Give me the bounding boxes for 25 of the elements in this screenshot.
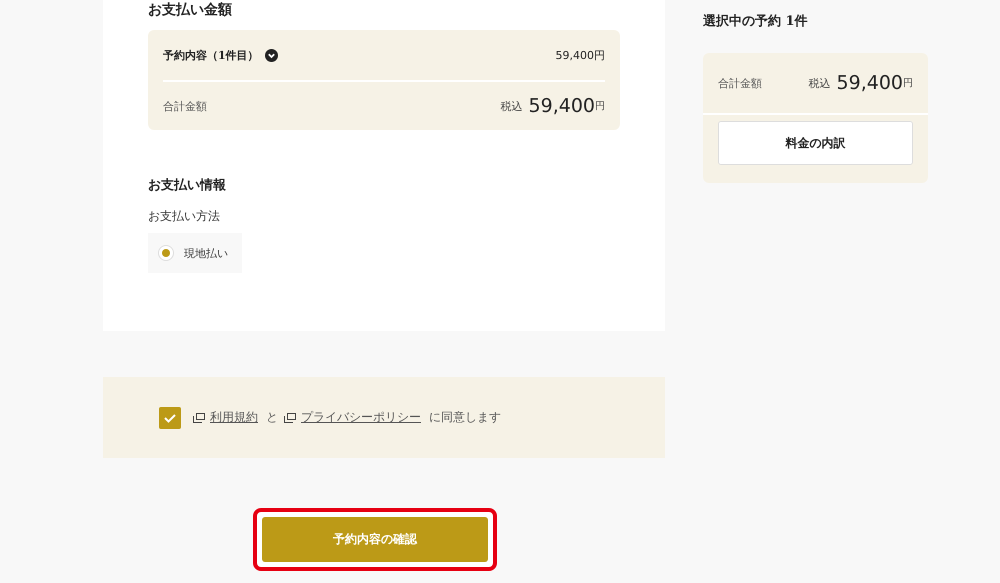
link[interactable]: プライバシーポリシー — [301, 409, 421, 426]
section-heading: お支払い金額 — [148, 1, 233, 20]
section-heading: お支払い情報 — [148, 177, 227, 194]
radio-option[interactable]: 現地払い — [148, 233, 242, 273]
total-amount: 59,400 — [836, 72, 903, 94]
link[interactable]: 利用規約 — [210, 409, 258, 426]
windows-icon — [284, 412, 296, 422]
currency-unit: 円 — [595, 100, 605, 113]
agreement-text: に同意します — [429, 409, 501, 426]
item-label: 予約内容（1件目） — [163, 48, 259, 62]
field-label: お支払い方法 — [148, 208, 221, 225]
agreement-text: と — [266, 409, 278, 426]
total-label: 合計金額 — [163, 98, 207, 114]
total-label: 合計金額 — [718, 76, 762, 90]
total-amount: 59,400 — [528, 95, 595, 117]
summary-heading: 選択中の予約 1件 — [703, 13, 809, 30]
breakdown-button[interactable]: 料金の内訳 — [718, 121, 913, 165]
item-amount: 59,400円 — [556, 48, 605, 62]
tax-label: 税込 — [500, 98, 523, 114]
windows-icon — [193, 412, 205, 422]
radio-button[interactable] — [158, 245, 174, 261]
tax-label: 税込 — [808, 76, 831, 90]
currency-unit: 円 — [903, 77, 913, 90]
chevron-down-icon[interactable] — [264, 48, 278, 62]
checkbox[interactable] — [159, 406, 181, 428]
